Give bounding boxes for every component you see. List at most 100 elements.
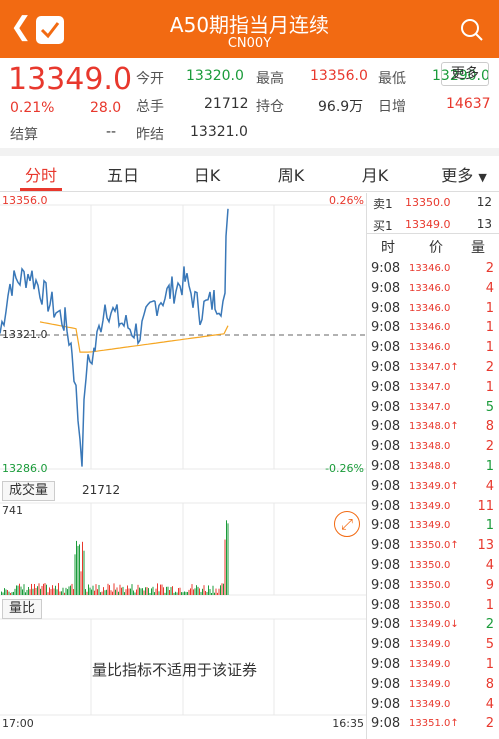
volume-bar xyxy=(121,587,122,595)
volume-bar xyxy=(131,584,133,595)
volume-bar xyxy=(199,588,200,595)
trade-time: 9:08 xyxy=(371,478,401,494)
active-tab-indicator xyxy=(20,188,62,191)
tab-five-day[interactable]: 五日 xyxy=(102,162,144,186)
volume-bar xyxy=(19,583,20,595)
volume-bar xyxy=(82,541,83,595)
volume-bar xyxy=(10,592,11,595)
volume-bar xyxy=(182,592,184,595)
volume-bar xyxy=(128,588,130,595)
trade-row: 9:08 13346.0 1 xyxy=(367,318,499,338)
volume-bar xyxy=(73,589,74,595)
volume-bar xyxy=(38,583,40,595)
expand-icon[interactable]: ⤢ xyxy=(334,511,360,537)
volume-bar xyxy=(178,588,179,595)
bid-price: 13349.0 xyxy=(405,218,451,231)
volume-bar xyxy=(16,585,17,595)
volume-bar xyxy=(4,588,5,595)
volume-bar xyxy=(13,591,14,595)
tab-more[interactable]: 更多 ▼ xyxy=(434,162,494,186)
volume-bar xyxy=(167,586,169,595)
contract-code: CN00Y xyxy=(227,36,272,51)
volume-bar xyxy=(43,583,44,595)
volume-bar xyxy=(23,584,25,595)
volume-bar xyxy=(58,583,59,595)
trade-time: 9:08 xyxy=(371,439,401,455)
volume-bar xyxy=(20,586,22,595)
trade-qty: 1 xyxy=(485,340,494,356)
volume-bar xyxy=(119,584,121,595)
trade-row: 9:08 13350.0↑ 13 xyxy=(367,536,499,556)
volume-bar xyxy=(217,592,218,595)
volume-bar xyxy=(76,540,77,595)
volume-bar xyxy=(14,588,16,595)
volume-bar xyxy=(41,585,43,595)
intraday-chart[interactable]: 13356.0 0.26% 13321.0 13286.0 -0.26% 成交量… xyxy=(0,193,366,739)
volume-bar xyxy=(191,584,193,595)
header-qty: 量 xyxy=(471,240,485,256)
trade-row: 9:08 13346.0 2 xyxy=(367,259,499,279)
trade-price: 13348.0 xyxy=(409,441,451,453)
volume-bar xyxy=(173,592,175,595)
volume-bar xyxy=(97,589,98,595)
volume-bar xyxy=(164,592,166,595)
volume-bar xyxy=(215,588,217,595)
bid-qty: 13 xyxy=(476,217,492,231)
volume-bar xyxy=(208,585,209,595)
trade-time: 9:08 xyxy=(371,518,401,534)
trade-row: 9:08 13348.0↑ 8 xyxy=(367,417,499,437)
trade-qty: 5 xyxy=(485,399,494,415)
volume-bar xyxy=(62,587,64,595)
trade-qty: 4 xyxy=(485,280,494,296)
more-button[interactable]: 更多 xyxy=(441,62,489,86)
trade-time: 9:08 xyxy=(371,597,401,613)
page-title: A50期指当月连续 xyxy=(169,13,330,37)
tab-monthly-k[interactable]: 月K xyxy=(354,162,396,186)
volume-bar xyxy=(85,589,86,595)
trade-qty: 1 xyxy=(485,597,494,613)
trade-row: 9:08 13346.0 4 xyxy=(367,279,499,299)
trade-time: 9:08 xyxy=(371,280,401,296)
trade-price: 13349.0 xyxy=(409,520,451,532)
tab-weekly-k[interactable]: 周K xyxy=(270,162,312,186)
trade-row: 9:08 13350.0 4 xyxy=(367,556,499,576)
oi-change-value: 14637 xyxy=(446,96,491,112)
trade-time: 9:08 xyxy=(371,360,401,375)
trade-time: 9:08 xyxy=(371,261,401,276)
volume-bar xyxy=(68,586,70,595)
trade-row: 9:08 13350.0 9 xyxy=(367,576,499,596)
trade-qty: 2 xyxy=(485,617,494,633)
trade-price: 13349.0 xyxy=(409,500,451,512)
volume-bar xyxy=(22,589,23,595)
volume-bar xyxy=(46,584,47,595)
volume-max: 741 xyxy=(2,504,23,517)
ask-row: 卖1 13350.0 12 xyxy=(367,193,499,212)
search-icon[interactable] xyxy=(460,18,484,46)
ask-qty: 12 xyxy=(476,195,492,209)
volume-indicator-button[interactable]: 成交量 xyxy=(2,481,56,501)
volume-bar xyxy=(53,588,55,595)
trade-price: 13351.0↑ xyxy=(409,718,459,730)
trade-qty: 9 xyxy=(485,577,494,593)
volume-bar xyxy=(146,587,148,595)
volume-bar xyxy=(98,584,100,595)
tab-daily-k[interactable]: 日K xyxy=(186,162,228,186)
trade-price: 13346.0 xyxy=(409,342,451,354)
volume-bar xyxy=(185,591,187,595)
trade-qty: 1 xyxy=(485,320,494,336)
ask-label: 卖1 xyxy=(373,197,393,211)
trade-qty: 8 xyxy=(485,419,494,435)
volume-bar xyxy=(133,590,134,595)
volume-bar xyxy=(124,592,125,595)
axis-top-pct: 0.26% xyxy=(329,194,364,207)
volume-bar xyxy=(44,583,46,595)
volume-bar xyxy=(31,583,32,595)
volume-ratio-button[interactable]: 量比 xyxy=(2,599,43,619)
trade-price: 13350.0 xyxy=(409,579,451,591)
volume-bar xyxy=(154,592,155,595)
volume-bar xyxy=(200,591,202,595)
tab-intraday[interactable]: 分时 xyxy=(20,162,62,186)
volume-bar xyxy=(101,591,103,595)
trade-time: 9:08 xyxy=(371,577,401,593)
trade-price: 13346.0 xyxy=(409,282,451,294)
